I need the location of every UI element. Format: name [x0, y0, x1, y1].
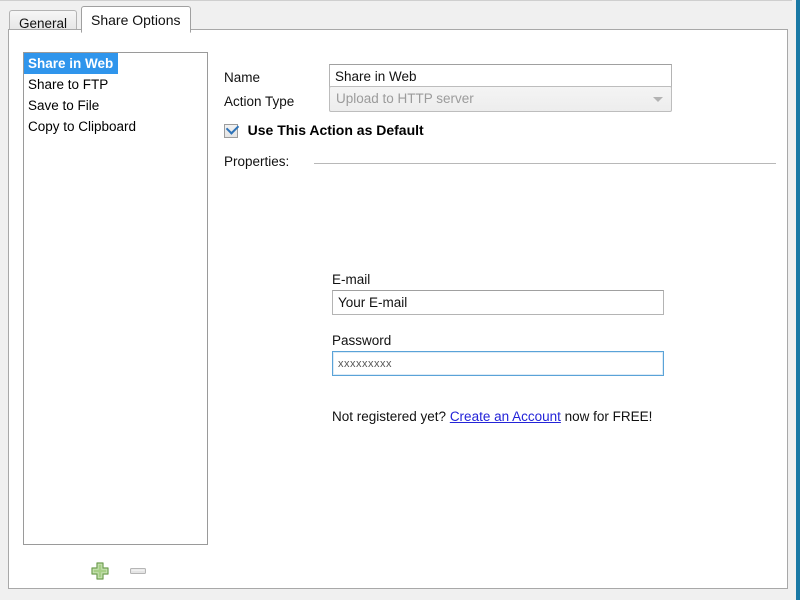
signup-prompt: Not registered yet? Create an Account no… [332, 409, 652, 424]
add-action-button[interactable] [89, 560, 111, 582]
email-label: E-mail [332, 272, 370, 287]
list-item-copy-to-clipboard[interactable]: Copy to Clipboard [24, 116, 207, 137]
use-as-default-checkbox[interactable] [224, 124, 238, 138]
list-action-buttons [89, 560, 209, 584]
properties-separator: Properties: [224, 154, 776, 172]
checkmark-icon [226, 121, 239, 134]
action-listbox[interactable]: Share in Web Share to FTP Save to File C… [23, 52, 208, 545]
action-type-dropdown[interactable]: Upload to HTTP server [329, 86, 672, 112]
use-as-default-row[interactable]: Use This Action as Default [224, 122, 424, 142]
horizontal-rule [314, 163, 776, 164]
tab-general[interactable]: General [9, 10, 77, 31]
signup-prefix-text: Not registered yet? [332, 409, 450, 424]
email-input[interactable] [332, 290, 664, 315]
tab-strip: General Share Options [0, 0, 792, 31]
list-item-share-in-web[interactable]: Share in Web [24, 53, 118, 74]
action-type-label: Action Type [224, 94, 294, 109]
remove-action-button[interactable] [127, 560, 149, 582]
chevron-down-icon [653, 97, 663, 102]
action-type-selected-value: Upload to HTTP server [336, 91, 474, 106]
tab-share-options[interactable]: Share Options [81, 6, 191, 33]
window-frame: General Share Options Share in Web Share… [0, 0, 800, 600]
password-input[interactable] [332, 351, 664, 376]
dropdown-arrow-box[interactable] [645, 87, 671, 111]
plus-icon [89, 560, 111, 582]
password-label: Password [332, 333, 391, 348]
form-area: Name Action Type Upload to HTTP server U… [214, 52, 776, 572]
list-item-save-to-file[interactable]: Save to File [24, 95, 207, 116]
create-account-link[interactable]: Create an Account [450, 409, 561, 424]
minus-icon [127, 560, 149, 582]
list-item[interactable]: Share in Web [24, 53, 207, 74]
use-as-default-label[interactable]: Use This Action as Default [248, 122, 424, 138]
signup-suffix-text: now for FREE! [561, 409, 653, 424]
list-item-share-to-ftp[interactable]: Share to FTP [24, 74, 207, 95]
properties-label: Properties: [224, 154, 289, 169]
name-label: Name [224, 70, 260, 85]
content-panel: Share in Web Share to FTP Save to File C… [8, 29, 788, 589]
